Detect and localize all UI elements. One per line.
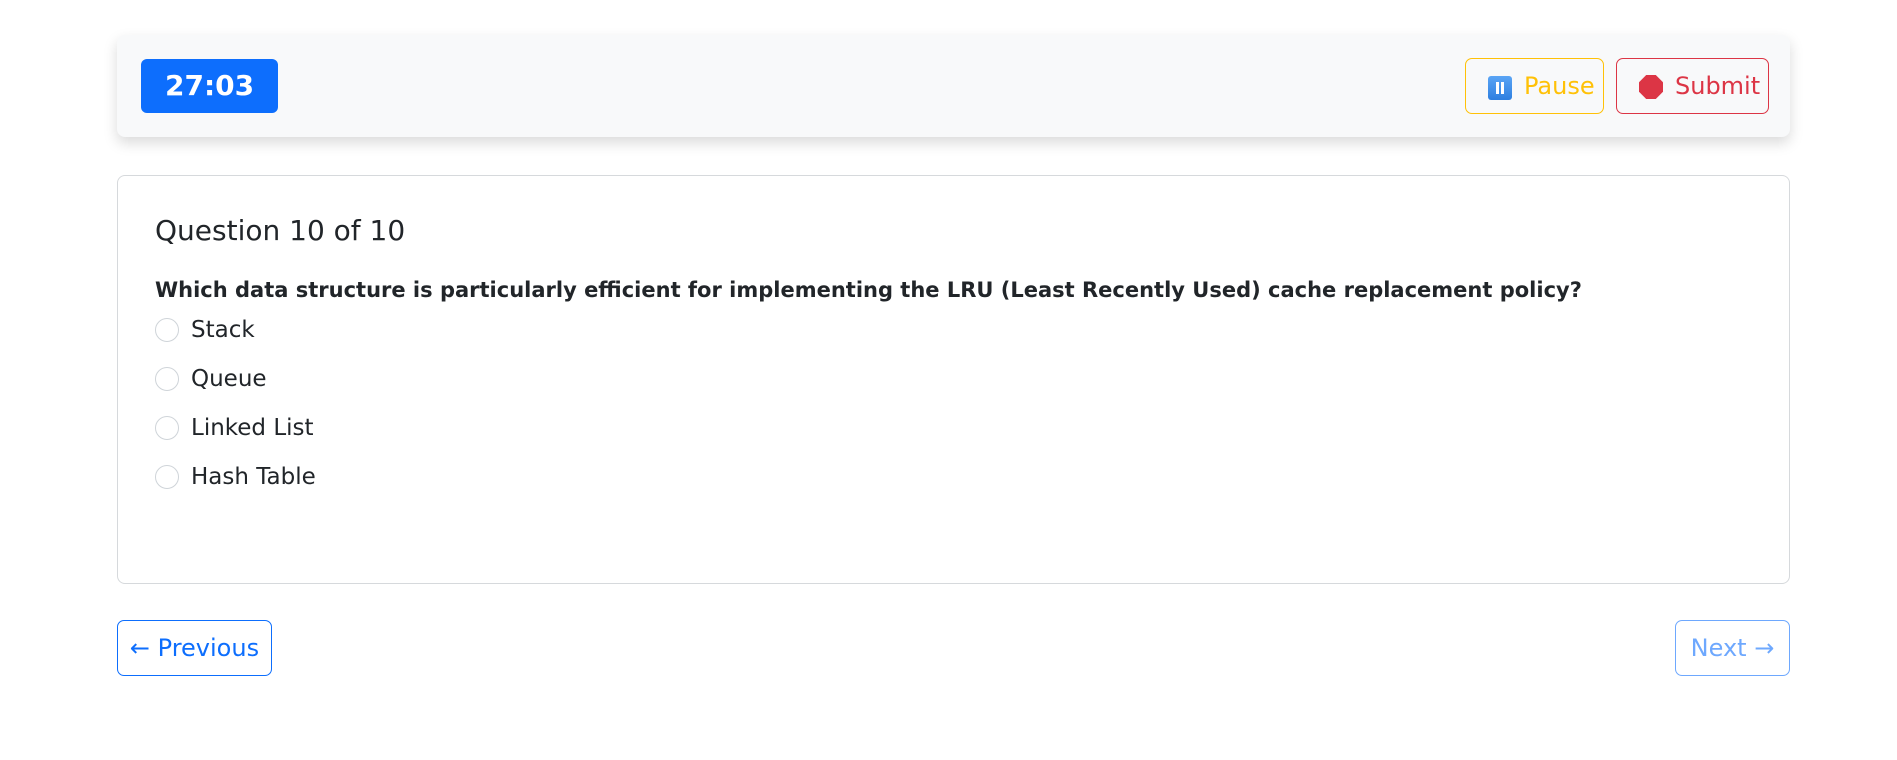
answer-option[interactable]: Hash Table <box>155 461 316 493</box>
answer-radio[interactable] <box>155 465 179 489</box>
answer-option[interactable]: Queue <box>155 363 267 395</box>
pause-button-label: Pause <box>1524 72 1595 100</box>
answer-option-label: Stack <box>191 317 255 343</box>
answer-option-label: Hash Table <box>191 464 316 490</box>
answer-radio[interactable] <box>155 318 179 342</box>
pause-button[interactable]: Pause <box>1465 58 1604 114</box>
previous-button[interactable]: ← Previous <box>117 620 272 676</box>
question-text: Which data structure is particularly eff… <box>155 278 1582 302</box>
quiz-header-bar: 27:03 Pause Submit <box>117 35 1790 137</box>
answer-option-label: Linked List <box>191 415 314 441</box>
next-button[interactable]: Next → <box>1675 620 1790 676</box>
question-number-title: Question 10 of 10 <box>155 214 406 247</box>
stop-icon <box>1639 75 1663 99</box>
submit-button-label: Submit <box>1675 72 1761 100</box>
answer-option[interactable]: Stack <box>155 314 255 346</box>
submit-button[interactable]: Submit <box>1616 58 1769 114</box>
answer-radio[interactable] <box>155 416 179 440</box>
answer-option[interactable]: Linked List <box>155 412 314 444</box>
answer-option-label: Queue <box>191 366 267 392</box>
answer-radio[interactable] <box>155 367 179 391</box>
question-card: Question 10 of 10 Which data structure i… <box>117 175 1790 584</box>
countdown-timer: 27:03 <box>141 59 279 113</box>
pause-icon <box>1488 76 1512 100</box>
